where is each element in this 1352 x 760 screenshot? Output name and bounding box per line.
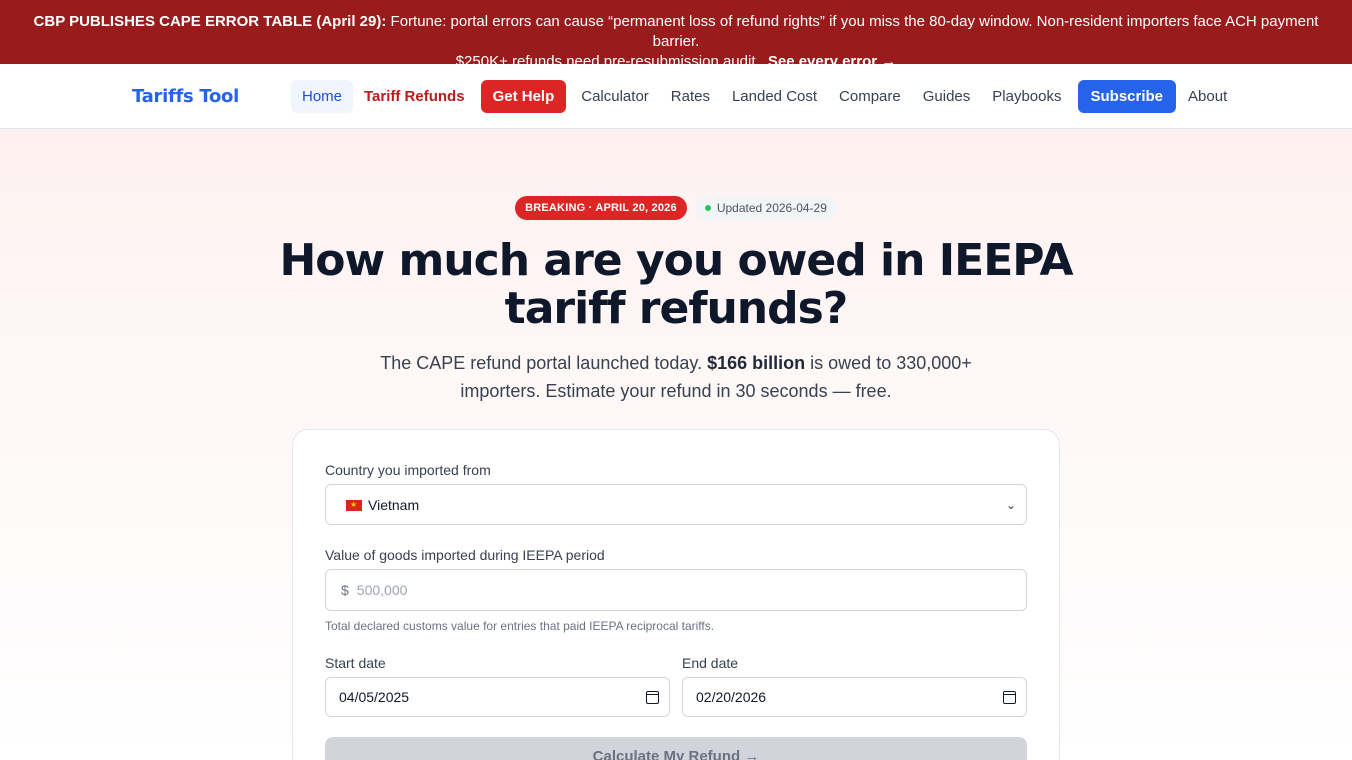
calculate-refund-button[interactable]: Calculate My Refund → xyxy=(325,737,1027,760)
top-navigation: Tariffs Tool Home Tariff Refunds Get Hel… xyxy=(0,64,1352,129)
hero-section: BREAKING · APRIL 20, 2026 Updated 2026-0… xyxy=(0,129,1352,760)
nav-calculator[interactable]: Calculator xyxy=(570,80,660,113)
subtitle-part-a: The CAPE refund portal launched today. xyxy=(380,353,703,373)
page-title: How much are you owed in IEEPA tariff re… xyxy=(0,237,1352,333)
nav-links: Home Tariff Refunds Get Help Calculator … xyxy=(290,79,1238,113)
see-every-error-link[interactable]: See every error → xyxy=(768,53,896,70)
import-value-input[interactable]: $ 500,000 xyxy=(325,569,1027,611)
start-date-label: Start date xyxy=(325,655,386,671)
calendar-icon[interactable] xyxy=(1003,690,1016,704)
nav-landed-cost[interactable]: Landed Cost xyxy=(721,80,828,113)
hero-badges: BREAKING · APRIL 20, 2026 Updated 2026-0… xyxy=(0,195,1352,221)
country-label: Country you imported from xyxy=(325,462,491,478)
calendar-icon[interactable] xyxy=(646,690,659,704)
nav-about[interactable]: About xyxy=(1177,80,1238,113)
hero-subtitle-line-1: The CAPE refund portal launched today. $… xyxy=(0,349,1352,377)
country-name: Vietnam xyxy=(368,496,420,513)
announcement-lead: CBP PUBLISHES CAPE ERROR TABLE (April 29… xyxy=(33,13,387,30)
nav-rates[interactable]: Rates xyxy=(660,80,721,113)
start-date-input[interactable]: 04/05/2025 xyxy=(325,677,670,717)
get-help-button[interactable]: Get Help xyxy=(480,79,567,113)
import-value-placeholder: 500,000 xyxy=(356,582,408,598)
country-select[interactable]: Vietnam ⌄ xyxy=(325,484,1027,525)
currency-prefix: $ xyxy=(341,582,349,598)
value-label: Value of goods imported during IEEPA per… xyxy=(325,547,605,563)
nav-compare[interactable]: Compare xyxy=(828,80,912,113)
nav-guides[interactable]: Guides xyxy=(912,80,982,113)
page-title-line-2: tariff refunds? xyxy=(504,283,849,334)
announcement-line-1: CBP PUBLISHES CAPE ERROR TABLE (April 29… xyxy=(12,12,1340,52)
updated-text: Updated 2026-04-29 xyxy=(716,201,827,215)
vietnam-flag-icon xyxy=(346,499,362,511)
chevron-down-icon: ⌄ xyxy=(1005,497,1016,512)
end-date-value: 02/20/2026 xyxy=(696,689,767,705)
end-date-label: End date xyxy=(682,655,739,671)
subtitle-part-b: is owed to 330,000+ xyxy=(810,353,972,373)
date-range-row: Start date 04/05/2025 End date 02/20/202… xyxy=(325,655,1027,717)
start-date-group: Start date 04/05/2025 xyxy=(325,655,670,717)
announcement-text: Fortune: portal errors can cause “perman… xyxy=(390,13,1319,50)
nav-home[interactable]: Home xyxy=(290,79,353,113)
status-dot-icon xyxy=(704,205,711,211)
announcement-text-2: $250K+ refunds need pre-resubmission aud… xyxy=(455,53,760,70)
nav-playbooks[interactable]: Playbooks xyxy=(981,80,1072,113)
hero-subtitle: The CAPE refund portal launched today. $… xyxy=(0,349,1352,405)
value-hint: Total declared customs value for entries… xyxy=(325,619,715,633)
subscribe-button[interactable]: Subscribe xyxy=(1077,79,1177,113)
hero-subtitle-line-2: importers. Estimate your refund in 30 se… xyxy=(460,381,892,401)
end-date-input[interactable]: 02/20/2026 xyxy=(682,677,1027,717)
updated-badge: Updated 2026-04-29 xyxy=(694,195,837,221)
refund-calculator-card: Country you imported from Vietnam ⌄ Valu… xyxy=(292,429,1060,760)
end-date-group: End date 02/20/2026 xyxy=(682,655,1027,717)
nav-tariff-refunds[interactable]: Tariff Refunds xyxy=(353,80,476,113)
start-date-value: 04/05/2025 xyxy=(339,689,410,705)
subtitle-highlight: $166 billion xyxy=(707,353,806,373)
country-selected-value: Vietnam xyxy=(346,497,419,513)
breaking-badge: BREAKING · APRIL 20, 2026 xyxy=(515,196,687,220)
page-title-line-1: How much are you owed in IEEPA xyxy=(279,235,1073,286)
brand-logo[interactable]: Tariffs Tool xyxy=(132,86,239,107)
announcement-banner: CBP PUBLISHES CAPE ERROR TABLE (April 29… xyxy=(0,0,1352,70)
